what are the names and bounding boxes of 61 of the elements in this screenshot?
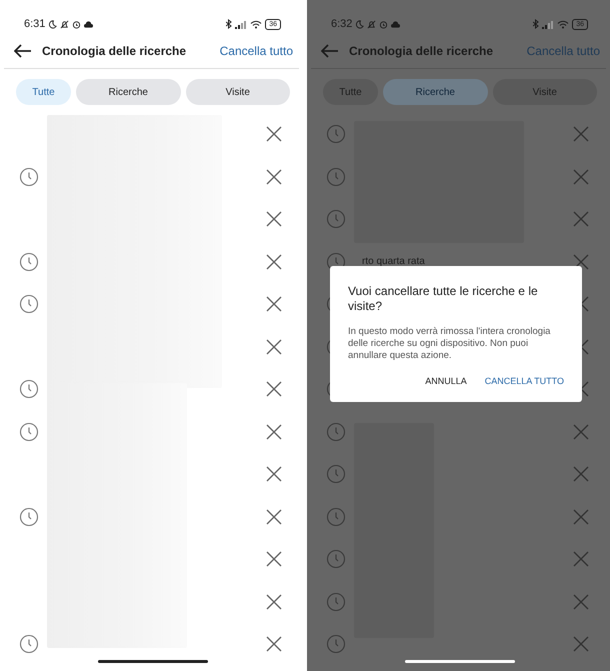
- history-icon: [326, 634, 346, 654]
- history-entry[interactable]: rto quarta rata: [362, 256, 572, 268]
- history-icon: [326, 422, 346, 442]
- bluetooth-icon: [226, 19, 232, 29]
- close-icon[interactable]: [265, 295, 283, 314]
- bluetooth-icon: [533, 19, 540, 29]
- history-icon: [326, 166, 346, 187]
- muted-bell-icon: [367, 20, 376, 28]
- history-icon: [326, 506, 346, 527]
- back-arrow-icon[interactable]: [14, 44, 32, 58]
- close-icon[interactable]: [265, 338, 283, 356]
- wifi-icon: [250, 20, 262, 28]
- close-icon[interactable]: [265, 550, 283, 568]
- close-icon[interactable]: [265, 465, 283, 484]
- history-icon: [326, 464, 346, 484]
- dialog-button[interactable]: CANCELLA TUTTO: [484, 376, 564, 386]
- history-icon: [19, 634, 39, 654]
- page-title: Cronologia delle ricerche: [349, 44, 494, 58]
- history-icon: [19, 506, 39, 527]
- alarm-icon: [72, 20, 82, 28]
- status-time: 6:32: [331, 18, 352, 30]
- history-icon: [19, 166, 39, 187]
- history-icon: [19, 252, 39, 272]
- close-icon[interactable]: [265, 380, 283, 398]
- filter-tab[interactable]: Tutte: [323, 79, 378, 105]
- history-icon: [19, 379, 39, 400]
- filter-tab[interactable]: Tutte: [16, 79, 71, 105]
- close-icon[interactable]: [265, 125, 283, 144]
- signal-icon: [235, 20, 248, 28]
- history-icon: [326, 209, 346, 230]
- page-title: Cronologia delle ricerche: [42, 44, 188, 58]
- moon-icon: [48, 20, 58, 28]
- cloud-icon: [84, 20, 94, 28]
- filter-tab[interactable]: Ricerche: [383, 79, 488, 105]
- filter-tab[interactable]: Ricerche: [76, 79, 180, 105]
- history-icon: [326, 592, 346, 612]
- cloud-icon: [391, 20, 400, 28]
- close-icon[interactable]: [265, 210, 283, 228]
- close-icon[interactable]: [265, 168, 283, 186]
- muted-bell-icon: [60, 20, 70, 28]
- dialog-message: In questo modo verrà rimossa l'intera cronologia delle ricerche su ogni dispositivo. Non puoi annullare questa azione.: [348, 326, 552, 362]
- history-icon: [326, 549, 346, 570]
- history-icon: [326, 124, 346, 144]
- filter-tab[interactable]: Visite: [492, 79, 597, 105]
- history-icon: [19, 422, 39, 442]
- close-icon[interactable]: [265, 508, 283, 526]
- signal-icon: [542, 20, 554, 28]
- moon-icon: [355, 20, 364, 28]
- dialog-title: Vuoi cancellare tutte le ricerche e le visite?: [348, 284, 539, 314]
- close-icon[interactable]: [265, 422, 283, 441]
- close-icon[interactable]: [265, 252, 283, 271]
- history-icon: [19, 294, 39, 314]
- dialog-button[interactable]: ANNULLA: [425, 376, 467, 386]
- close-icon[interactable]: [265, 592, 283, 611]
- close-icon[interactable]: [572, 252, 590, 271]
- clear-all-link[interactable]: Cancella tutto: [220, 44, 293, 58]
- status-time: 6:31: [24, 18, 46, 30]
- close-icon[interactable]: [265, 635, 283, 654]
- filter-tab[interactable]: Visite: [186, 79, 290, 105]
- wifi-icon: [557, 20, 570, 28]
- alarm-icon: [379, 20, 388, 28]
